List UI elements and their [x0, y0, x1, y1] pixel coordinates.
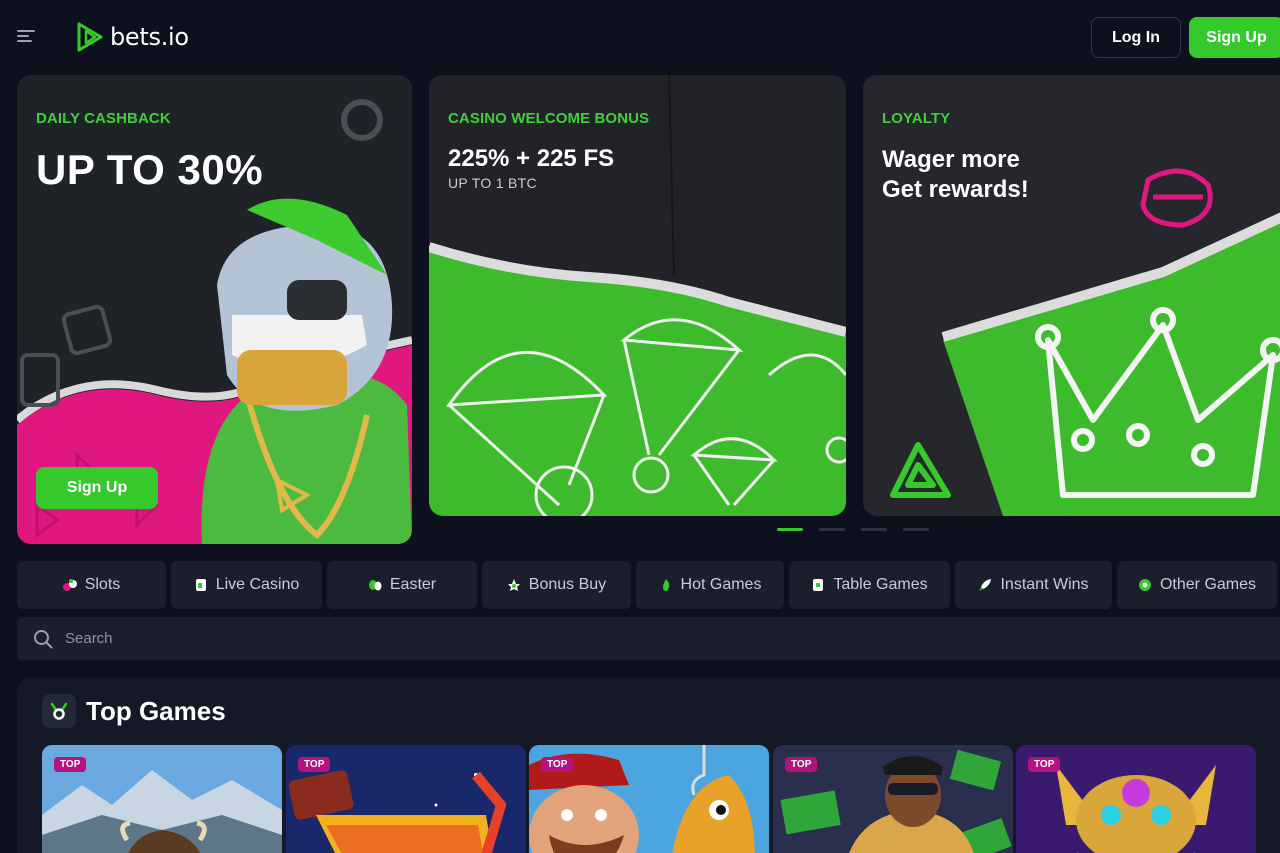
top-games-icon — [42, 694, 76, 728]
section-header: Top Games — [42, 694, 226, 728]
other-games-icon — [1138, 579, 1151, 591]
top-badge: TOP — [298, 757, 331, 772]
game-tile[interactable]: TOP — [773, 745, 1013, 853]
rocket-icon — [979, 579, 992, 591]
top-badge: TOP — [54, 757, 87, 772]
login-button[interactable]: Log In — [1091, 17, 1181, 58]
category-instant-wins[interactable]: Instant Wins — [955, 561, 1112, 609]
category-other-games[interactable]: Other Games — [1117, 561, 1277, 609]
live-casino-icon — [195, 579, 206, 591]
header: bets.io Log In Sign Up — [0, 0, 1280, 75]
logo-text: bets.io — [110, 23, 189, 51]
banner-title: Wager more Get rewards! — [882, 145, 1082, 205]
carousel-dots — [777, 528, 929, 531]
carousel-dot[interactable] — [903, 528, 929, 531]
page: bets.io Log In Sign Up DAILY CASHBACK UP… — [0, 0, 1280, 853]
top-games-section: Top Games TOP TOP TOP TOP TOP — [17, 677, 1280, 853]
search-icon — [34, 629, 53, 648]
category-label: Hot Games — [680, 576, 762, 593]
category-bar: Slots Live Casino Easter Bonus Buy Hot G… — [17, 561, 1277, 609]
bonus-buy-icon — [507, 579, 520, 591]
banner-tag: LOYALTY — [882, 110, 951, 127]
banner-tag: CASINO WELCOME BONUS — [448, 110, 650, 127]
section-title: Top Games — [86, 695, 226, 726]
category-label: Other Games — [1159, 576, 1257, 593]
category-label: Bonus Buy — [528, 576, 607, 593]
banner-artwork — [863, 75, 1280, 516]
category-live-casino[interactable]: Live Casino — [171, 561, 322, 609]
category-hot-games[interactable]: Hot Games — [636, 561, 784, 609]
category-table-games[interactable]: Table Games — [789, 561, 950, 609]
category-label: Slots — [84, 576, 121, 593]
slots-icon — [62, 579, 77, 591]
banner-signup-button[interactable]: Sign Up — [36, 467, 158, 509]
banner-title-line: Get rewards! — [882, 176, 1029, 203]
category-label: Live Casino — [215, 576, 300, 593]
banner-loyalty[interactable]: LOYALTY Wager more Get rewards! — [863, 75, 1280, 516]
top-badge: TOP — [541, 757, 574, 772]
easter-icon — [368, 580, 382, 591]
banner-subtitle: UP TO 1 BTC — [448, 175, 537, 191]
logo-icon — [77, 22, 103, 52]
search-input[interactable] — [65, 630, 665, 647]
search-bar[interactable] — [17, 617, 1280, 660]
top-badge: TOP — [785, 757, 818, 772]
category-label: Instant Wins — [1000, 576, 1089, 593]
top-badge: TOP — [1028, 757, 1061, 772]
fire-icon — [662, 579, 669, 591]
carousel-dot[interactable] — [861, 528, 887, 531]
category-label: Easter — [389, 576, 437, 593]
banner-title: 225% + 225 FS — [448, 145, 615, 172]
banner-tag: DAILY CASHBACK — [36, 110, 171, 127]
table-games-icon — [813, 579, 824, 591]
logo[interactable]: bets.io — [76, 22, 189, 52]
category-easter[interactable]: Easter — [327, 561, 477, 609]
game-tile[interactable]: TOP — [42, 745, 282, 853]
category-bonus-buy[interactable]: Bonus Buy — [482, 561, 631, 609]
carousel-dot[interactable] — [819, 528, 845, 531]
category-label: Table Games — [833, 576, 928, 593]
game-tile[interactable]: TOP — [529, 745, 769, 853]
carousel-dot[interactable] — [777, 528, 803, 531]
menu-icon[interactable] — [17, 30, 35, 44]
banner-title-line: Wager more — [882, 146, 1020, 173]
banner-title: UP TO 30% — [36, 146, 264, 193]
game-tile[interactable]: TOP — [286, 745, 526, 853]
signup-button[interactable]: Sign Up — [1189, 17, 1280, 58]
banner-artwork — [429, 75, 846, 516]
category-slots[interactable]: Slots — [17, 561, 166, 609]
banner-daily-cashback[interactable]: DAILY CASHBACK UP TO 30% Sign Up — [17, 75, 412, 544]
game-tile[interactable]: TOP — [1016, 745, 1256, 853]
banner-welcome-bonus[interactable]: CASINO WELCOME BONUS 225% + 225 FS UP TO… — [429, 75, 846, 516]
